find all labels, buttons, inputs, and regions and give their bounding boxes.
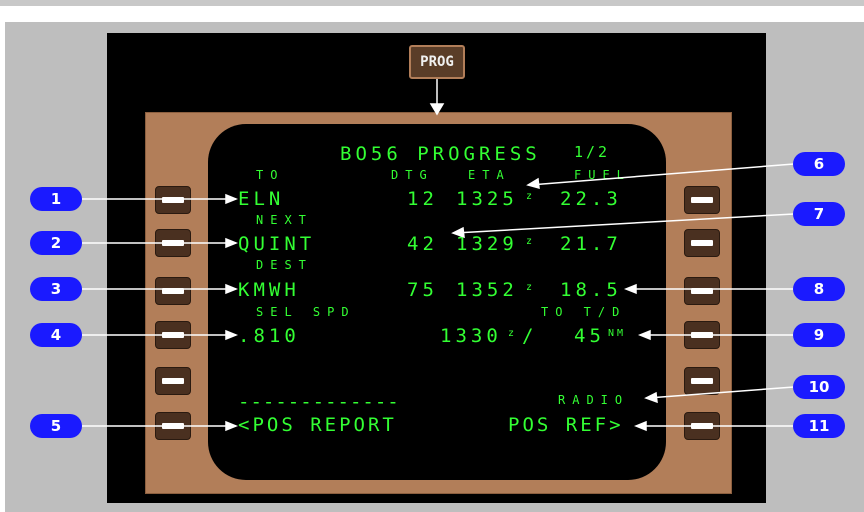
- callout-arrow-4: [225, 329, 239, 341]
- prog-pointer-arrow: [429, 103, 445, 116]
- callout-arrow-1: [225, 193, 239, 205]
- callout-arrow-8: [623, 283, 637, 295]
- callout-line-6: [529, 163, 795, 186]
- callout-9: 9: [793, 323, 845, 347]
- callout-arrow-9: [637, 329, 651, 341]
- callout-arrow-7: [451, 226, 465, 239]
- callout-line-10: [647, 386, 795, 399]
- callout-4: 4: [30, 323, 82, 347]
- callout-10: 10: [793, 375, 845, 399]
- callout-arrow-3: [225, 283, 239, 295]
- callout-5: 5: [30, 414, 82, 438]
- callout-arrow-11: [633, 420, 647, 432]
- callout-2: 2: [30, 231, 82, 255]
- callout-8: 8: [793, 277, 845, 301]
- callout-3: 3: [30, 277, 82, 301]
- callout-lines: [82, 79, 795, 432]
- callout-7: 7: [793, 202, 845, 226]
- callout-1: 1: [30, 187, 82, 211]
- callout-6: 6: [793, 152, 845, 176]
- callout-arrow-10: [644, 391, 658, 404]
- callout-arrow-6: [526, 177, 540, 190]
- callout-arrow-5: [225, 420, 239, 432]
- callout-arrow-2: [225, 237, 239, 249]
- callout-line-7: [454, 213, 795, 234]
- callout-11: 11: [793, 414, 845, 438]
